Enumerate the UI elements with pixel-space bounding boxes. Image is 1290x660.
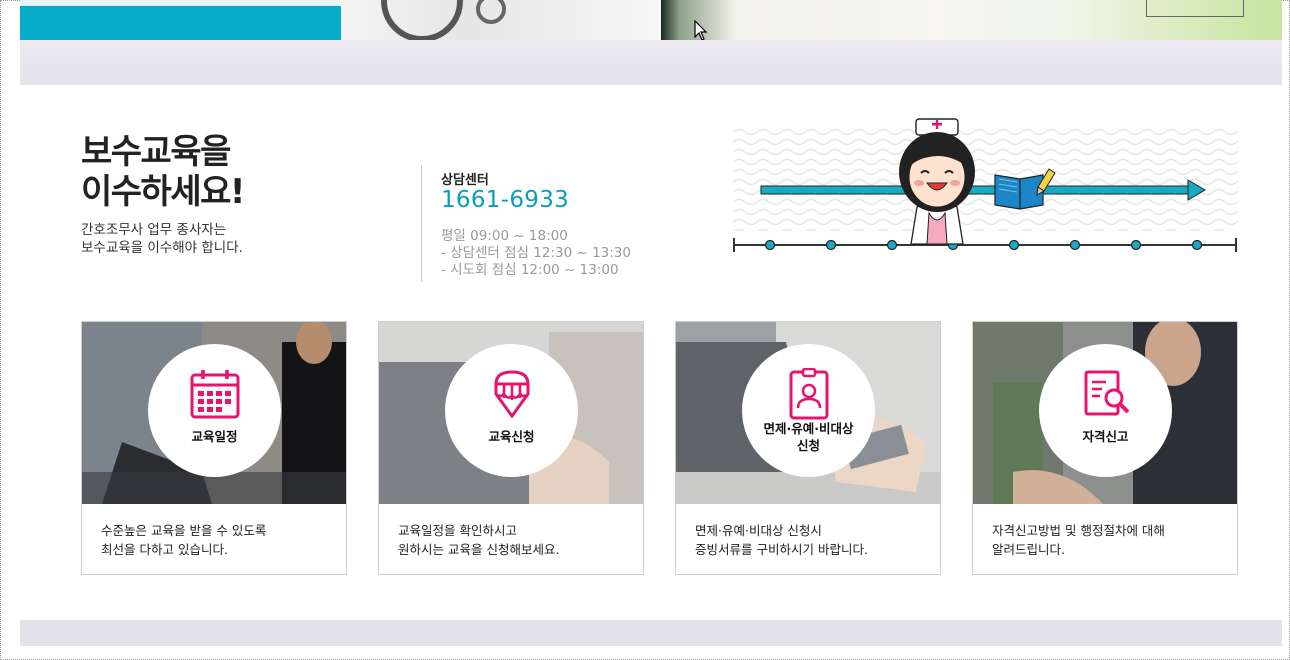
calendar-icon: [190, 370, 240, 419]
card-qualification-report[interactable]: 자격신고 자격신고방법 및 행정절차에 대해 알려드립니다.: [972, 321, 1238, 575]
divider: [421, 165, 422, 282]
banner-slide-photo-wheelchair[interactable]: [341, 0, 661, 40]
card-description: 수준높은 교육을 받을 수 있도록 최선을 다하고 있습니다.: [101, 523, 267, 557]
contact-phone[interactable]: 1661-6933: [441, 187, 569, 213]
intro-description: 간호조무사 업무 종사자는 보수교육을 이수해야 합니다.: [81, 222, 243, 256]
card-label: 자격신고: [1082, 429, 1129, 444]
contact-center-label: 상담센터: [441, 173, 489, 188]
banner-button[interactable]: [1146, 0, 1244, 17]
document-search-icon: [1084, 370, 1130, 416]
card-description: 자격신고방법 및 행정절차에 대해 알려드립니다.: [992, 523, 1165, 557]
card-description: 면제·유예·비대상 신청시 증빙서류를 구비하시기 바랍니다.: [695, 523, 868, 557]
card-education-apply[interactable]: 교육신청 교육일정을 확인하시고 원하시는 교육을 신청해보세요.: [378, 321, 644, 575]
mouse-cursor-icon: [694, 20, 708, 41]
section-separator: [20, 40, 1282, 85]
banner-slide-photo[interactable]: [661, 0, 1282, 40]
service-cards: 교육일정 수준높은 교육을 받을 수 있도록 최선을 다하고 있습니다. 교육신…: [81, 321, 1239, 575]
pencil-icon: [494, 370, 530, 419]
card-description: 교육일정을 확인하시고 원하시는 교육을 신청해보세요.: [398, 523, 560, 557]
card-education-schedule[interactable]: 교육일정 수준높은 교육을 받을 수 있도록 최선을 다하고 있습니다.: [81, 321, 347, 575]
section-separator-bottom: [20, 620, 1282, 646]
card-icon-circle: 면제·유예·비대상 신청: [742, 344, 875, 477]
card-exemption-apply[interactable]: 면제·유예·비대상 신청 면제·유예·비대상 신청시 증빙서류를 구비하시기 바…: [675, 321, 941, 575]
card-label: 면제·유예·비대상 신청: [763, 421, 854, 453]
education-panel: 보수교육을 이수하세요! 간호조무사 업무 종사자는 보수교육을 이수해야 합니…: [20, 85, 1282, 620]
banner-carousel[interactable]: [20, 0, 1282, 40]
card-label: 교육일정: [191, 429, 238, 444]
banner-slide-teal[interactable]: [20, 0, 341, 40]
id-badge-icon: [789, 368, 829, 420]
card-icon-circle: 자격신고: [1039, 344, 1172, 477]
nurse-timeline-illustration: [733, 118, 1238, 252]
page-title: 보수교육을 이수하세요!: [81, 132, 245, 212]
card-icon-circle: 교육신청: [445, 344, 578, 477]
card-icon-circle: 교육일정: [148, 344, 281, 477]
contact-hours: 평일 09:00 ~ 18:00 - 상담센터 점심 12:30 ~ 13:30…: [441, 228, 631, 278]
card-label: 교육신청: [488, 429, 535, 444]
